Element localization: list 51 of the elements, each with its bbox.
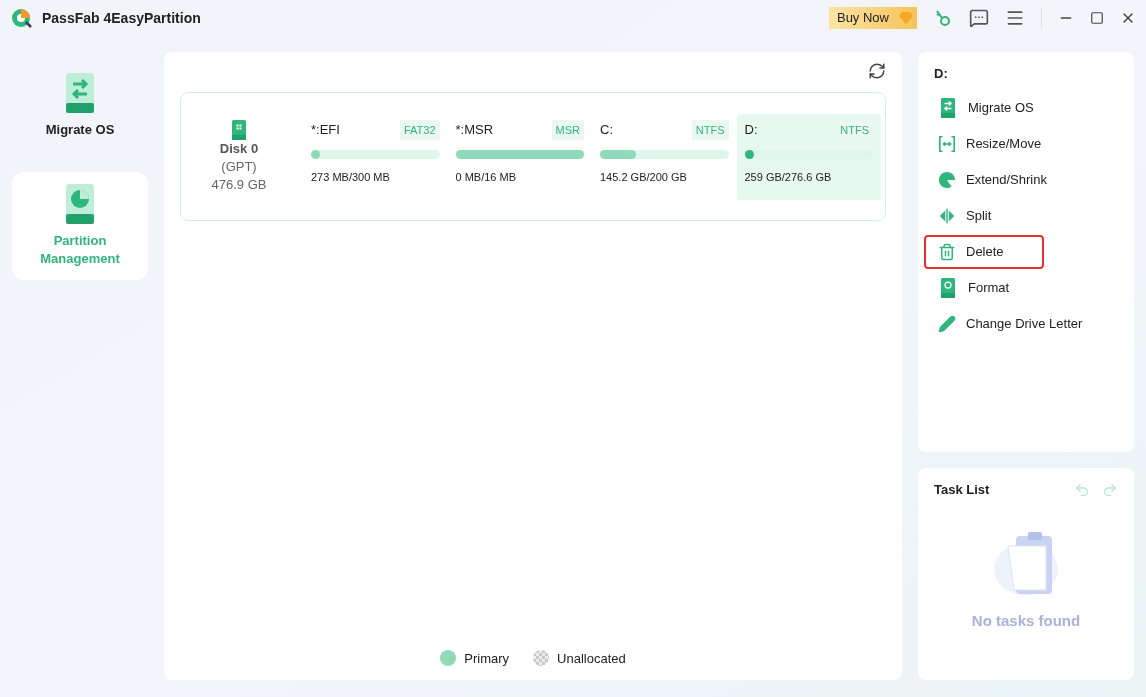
partition-usage: 0 MB/16 MB (455, 170, 518, 185)
disk-name: Disk 0 (219, 139, 259, 158)
empty-message: No tasks found (970, 610, 1082, 631)
partition-name: *:MSR (455, 121, 494, 139)
action-item[interactable]: Format (924, 270, 1044, 305)
pencil-icon (938, 314, 956, 333)
partition-name: C: (600, 121, 613, 139)
maximize-icon[interactable] (1090, 11, 1104, 25)
drive-icon (938, 97, 958, 118)
partition-item[interactable]: *:MSR MSR 0 MB/16 MB (447, 113, 592, 200)
nav-item[interactable]: Migrate OS (12, 52, 148, 160)
app-logo-icon (10, 6, 34, 30)
action-item[interactable]: Split (924, 198, 1044, 233)
action-item[interactable]: Delete (924, 234, 1044, 269)
partition-name: D: (744, 121, 758, 139)
drive-icon (64, 73, 96, 113)
partition-item[interactable]: C: NTFS 145.2 GB/200 GB (592, 113, 737, 200)
filesystem-tag: NTFS (691, 119, 729, 140)
drive-icon (938, 277, 958, 298)
diamond-icon (899, 12, 913, 24)
action-item[interactable]: Migrate OS (924, 90, 1048, 125)
actions-title: D: (933, 65, 949, 83)
filesystem-tag: FAT32 (399, 119, 440, 140)
split-icon (938, 206, 956, 225)
partition-item[interactable]: D: NTFS 259 GB/276.6 GB (736, 113, 881, 200)
trash-icon (938, 242, 956, 261)
disk-scheme: (GPT) (221, 157, 257, 176)
action-item[interactable]: Resize/Move (924, 126, 1056, 161)
partition-name: *:EFI (311, 121, 340, 139)
refresh-icon[interactable] (868, 62, 886, 80)
legend-label: Primary (464, 649, 510, 668)
checkered-swatch-icon (533, 650, 550, 667)
pie-chart-icon (938, 170, 956, 189)
action-item[interactable]: Extend/Shrink (924, 162, 1061, 197)
window-title: PassFab 4EasyPartition (42, 8, 201, 28)
resize-icon (938, 134, 956, 153)
action-item[interactable]: Change Drive Letter (924, 306, 1097, 341)
partition-item[interactable]: *:EFI FAT32 273 MB/300 MB (303, 113, 448, 200)
partition-usage: 145.2 GB/200 GB (600, 170, 688, 185)
task-list-title: Task List (934, 481, 990, 499)
legend-swatch-icon (440, 650, 457, 667)
drive-icon (64, 184, 96, 224)
menu-icon[interactable] (1005, 8, 1025, 28)
legend-label: Unallocated (557, 649, 626, 668)
partition-usage: 273 MB/300 MB (311, 170, 391, 185)
feedback-icon[interactable] (969, 8, 989, 28)
filesystem-tag: MSR (551, 119, 584, 140)
partition-usage: 259 GB/276.6 GB (744, 170, 833, 185)
filesystem-tag: NTFS (836, 119, 873, 140)
buy-now-button[interactable]: Buy Now (828, 7, 917, 29)
disk-size: 476.9 GB (211, 175, 267, 194)
